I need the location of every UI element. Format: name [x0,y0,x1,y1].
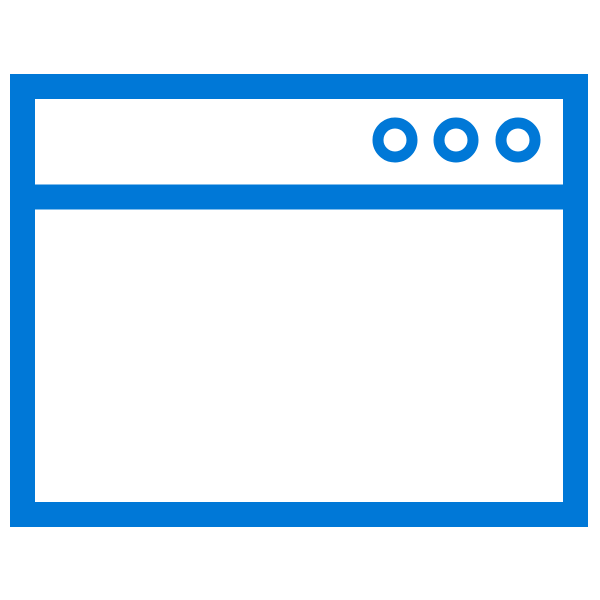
browser-window-icon-canvas [0,0,600,600]
title-bar-dot-2 [433,117,479,163]
browser-window-icon [10,74,588,527]
title-bar-dot-1 [372,117,418,163]
window-frame [10,74,588,527]
title-bar-dot-3 [495,117,541,163]
